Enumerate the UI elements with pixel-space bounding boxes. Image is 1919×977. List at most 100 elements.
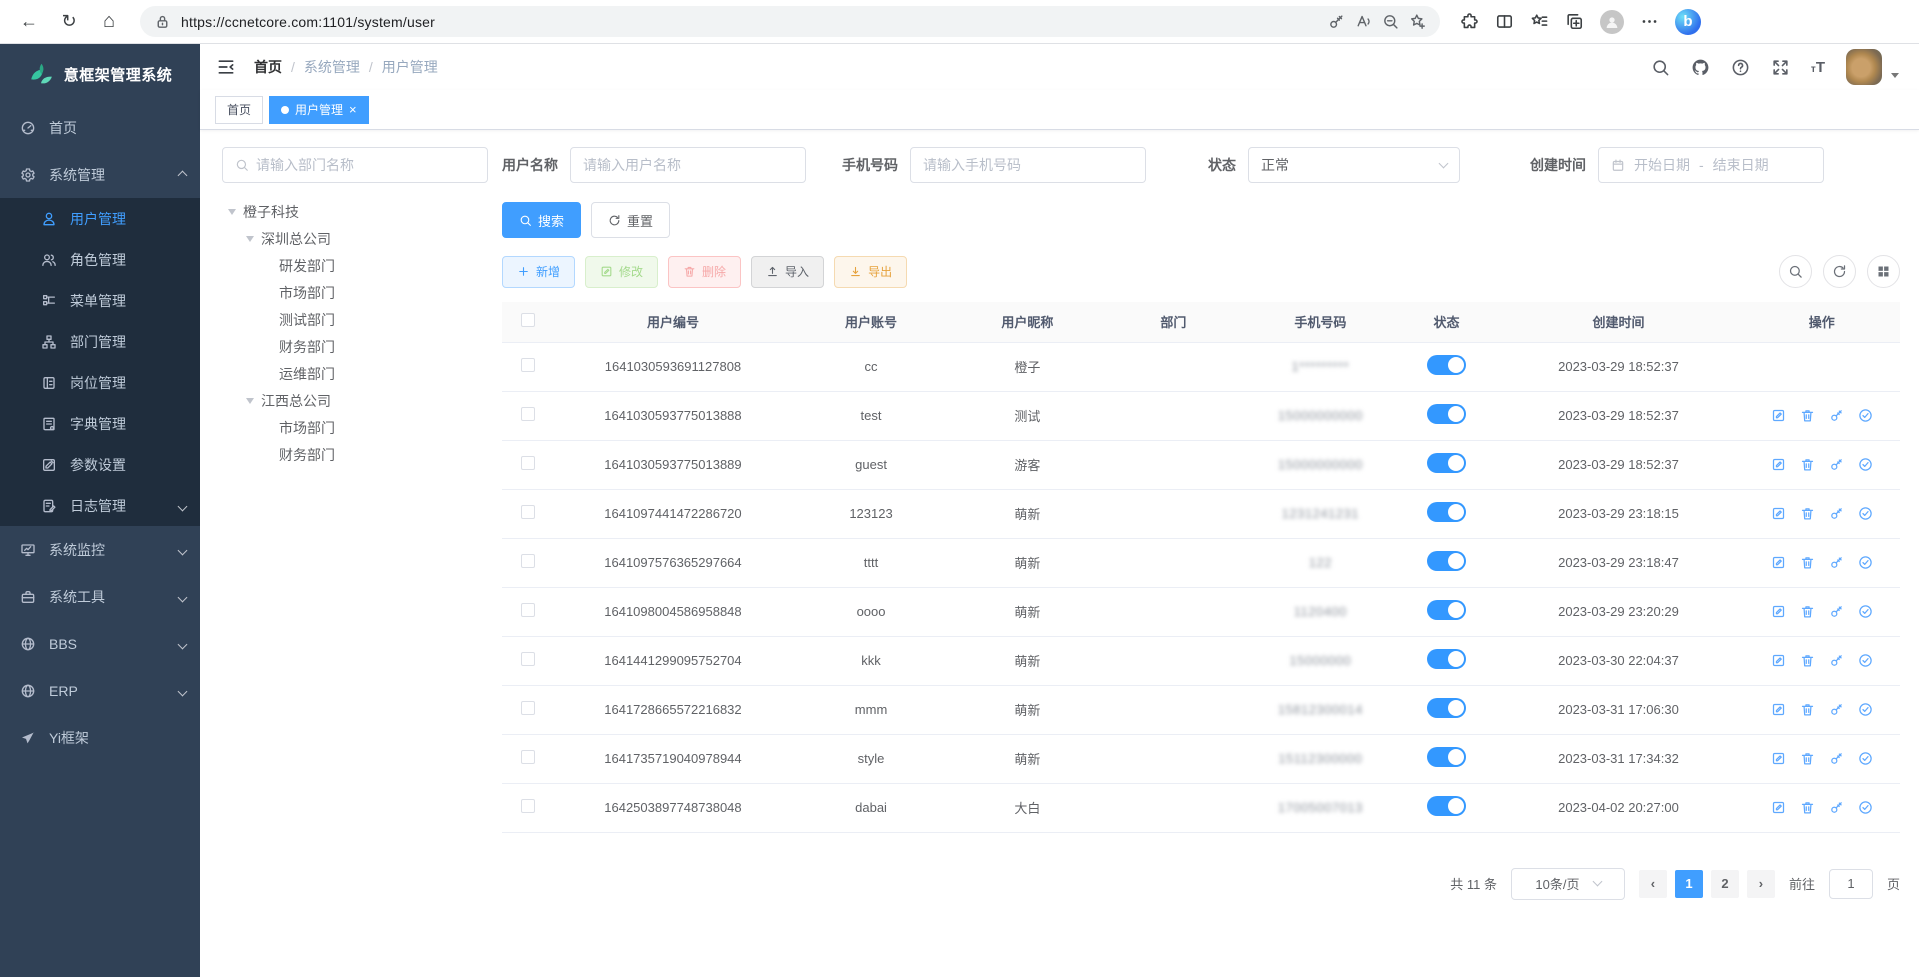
reset-password-icon[interactable] [1829,604,1844,619]
read-aloud-icon[interactable] [1355,13,1372,30]
sidebar-item-参数设置[interactable]: 参数设置 [0,444,200,485]
app-logo[interactable]: 意框架管理系统 [0,44,200,104]
reset-password-icon[interactable] [1829,555,1844,570]
sidebar-item-BBS[interactable]: BBS [0,620,200,667]
delete-icon[interactable] [1800,408,1815,423]
zoom-out-icon[interactable] [1382,13,1399,30]
extensions-icon[interactable] [1460,12,1479,31]
status-toggle[interactable] [1427,551,1466,571]
row-checkbox[interactable] [521,407,535,421]
删除-button[interactable]: 删除 [668,256,741,288]
row-checkbox[interactable] [521,701,535,715]
copilot-icon[interactable]: b [1675,9,1701,35]
sidebar-item-用户管理[interactable]: 用户管理 [0,198,200,239]
reset-password-icon[interactable] [1829,408,1844,423]
font-size-icon[interactable]: тT [1811,60,1825,75]
add-favorite-icon[interactable] [1409,13,1426,30]
search-button[interactable]: 搜索 [502,202,581,238]
assign-role-icon[interactable] [1858,702,1873,717]
prev-page-button[interactable]: ‹ [1639,870,1667,898]
reset-password-icon[interactable] [1829,457,1844,472]
status-toggle[interactable] [1427,355,1466,375]
column-settings-button[interactable] [1867,255,1900,288]
edit-icon[interactable] [1771,408,1786,423]
status-toggle[interactable] [1427,404,1466,424]
assign-role-icon[interactable] [1858,800,1873,815]
delete-icon[interactable] [1800,457,1815,472]
favorites-icon[interactable] [1530,12,1549,31]
sidebar-item-角色管理[interactable]: 角色管理 [0,239,200,280]
refresh-table-button[interactable] [1823,255,1856,288]
delete-icon[interactable] [1800,555,1815,570]
新增-button[interactable]: 新增 [502,256,575,288]
dept-search-input[interactable]: 请输入部门名称 [222,147,488,183]
select-all-checkbox[interactable] [521,313,535,327]
status-toggle[interactable] [1427,453,1466,473]
edit-icon[interactable] [1771,555,1786,570]
row-checkbox[interactable] [521,799,535,813]
url-text[interactable]: https://ccnetcore.com:1101/system/user [181,14,1318,30]
status-toggle[interactable] [1427,747,1466,767]
assign-role-icon[interactable] [1858,408,1873,423]
sidebar-item-系统管理[interactable]: 系统管理 [0,151,200,198]
status-toggle[interactable] [1427,502,1466,522]
row-checkbox[interactable] [521,456,535,470]
breadcrumb-home[interactable]: 首页 [254,57,282,77]
delete-icon[interactable] [1800,751,1815,766]
avatar-caret-icon[interactable] [1891,73,1899,78]
help-icon[interactable] [1731,58,1750,77]
sidebar-item-日志管理[interactable]: 日志管理 [0,485,200,526]
reset-password-icon[interactable] [1829,800,1844,815]
edit-icon[interactable] [1771,702,1786,717]
tree-node-运维部门[interactable]: 运维部门 [222,360,488,387]
delete-icon[interactable] [1800,800,1815,815]
sidebar-item-首页[interactable]: 首页 [0,104,200,151]
sidebar-item-系统监控[interactable]: 系统监控 [0,526,200,573]
split-screen-icon[interactable] [1495,12,1514,31]
tree-node-研发部门[interactable]: 研发部门 [222,252,488,279]
browser-more-icon[interactable] [1640,12,1659,31]
sidebar-item-部门管理[interactable]: 部门管理 [0,321,200,362]
status-select[interactable]: 正常 [1248,147,1460,183]
status-toggle[interactable] [1427,600,1466,620]
assign-role-icon[interactable] [1858,604,1873,619]
tree-node-橙子科技[interactable]: 橙子科技 [222,198,488,225]
导出-button[interactable]: 导出 [834,256,907,288]
fullscreen-icon[interactable] [1771,58,1790,77]
breadcrumb-system[interactable]: 系统管理 [304,57,360,77]
browser-back-button[interactable]: ← [14,7,44,37]
delete-icon[interactable] [1800,702,1815,717]
assign-role-icon[interactable] [1858,751,1873,766]
collections-icon[interactable] [1565,12,1584,31]
edit-icon[interactable] [1771,751,1786,766]
导入-button[interactable]: 导入 [751,256,824,288]
tree-node-市场部门[interactable]: 市场部门 [222,414,488,441]
delete-icon[interactable] [1800,506,1815,521]
delete-icon[interactable] [1800,604,1815,619]
status-toggle[interactable] [1427,698,1466,718]
show-search-toggle-button[interactable] [1779,255,1812,288]
reset-button[interactable]: 重置 [591,202,670,238]
assign-role-icon[interactable] [1858,653,1873,668]
edit-icon[interactable] [1771,506,1786,521]
reset-password-icon[interactable] [1829,653,1844,668]
tree-node-深圳总公司[interactable]: 深圳总公司 [222,225,488,252]
tab-首页[interactable]: 首页 [215,96,263,124]
sidebar-item-菜单管理[interactable]: 菜单管理 [0,280,200,321]
goto-page-input[interactable] [1829,869,1873,899]
browser-profile-avatar[interactable] [1600,10,1624,34]
page-button-1[interactable]: 1 [1675,870,1703,898]
delete-icon[interactable] [1800,653,1815,668]
address-bar[interactable]: https://ccnetcore.com:1101/system/user [140,6,1440,37]
github-icon[interactable] [1691,58,1710,77]
tab-用户管理[interactable]: 用户管理× [269,96,369,124]
page-button-2[interactable]: 2 [1711,870,1739,898]
browser-refresh-button[interactable]: ↻ [54,7,84,37]
sidebar-item-ERP[interactable]: ERP [0,667,200,714]
sidebar-item-字典管理[interactable]: 字典管理 [0,403,200,444]
reset-password-icon[interactable] [1829,702,1844,717]
date-range-picker[interactable]: 开始日期 - 结束日期 [1598,147,1824,183]
assign-role-icon[interactable] [1858,457,1873,472]
reset-password-icon[interactable] [1829,506,1844,521]
tree-node-市场部门[interactable]: 市场部门 [222,279,488,306]
